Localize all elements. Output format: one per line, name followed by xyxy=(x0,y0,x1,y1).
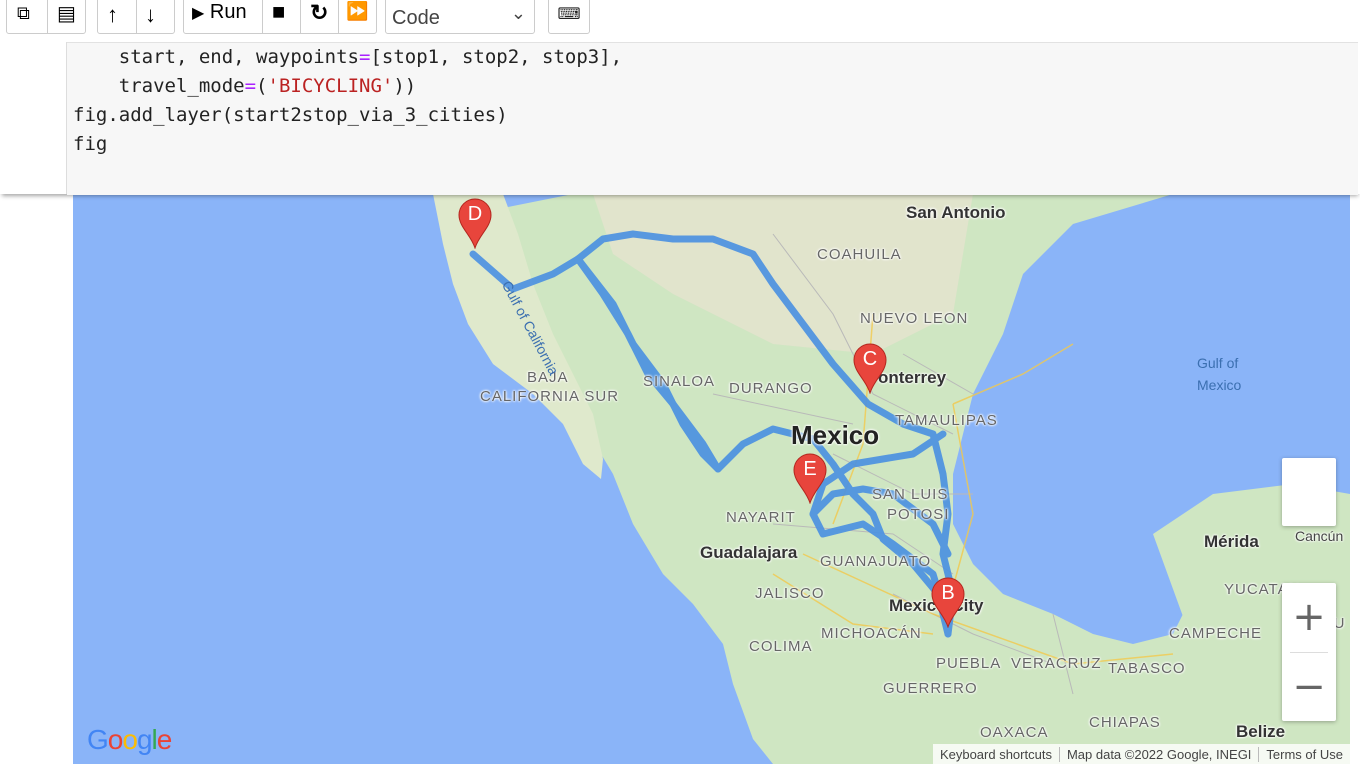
state-label-veracruz: VERACRUZ xyxy=(1011,655,1102,672)
state-label-san-luis: SAN LUIS xyxy=(872,486,949,503)
state-label-nuevo-leon: NUEVO LEON xyxy=(860,310,969,327)
code-cell: start, end, waypoints=[stop1, stop2, sto… xyxy=(0,42,1360,195)
marker-b[interactable]: B xyxy=(930,576,966,628)
zoom-in-button[interactable]: + xyxy=(1282,583,1336,651)
keyboard-shortcuts-button[interactable]: ⌨ xyxy=(548,0,590,34)
zoom-out-button[interactable]: − xyxy=(1282,653,1336,721)
notebook-toolbar: ⧉ ▤ ↑ ↓ ▶ Run ■ ↻ ⏩ Code ⌄ ⌨ xyxy=(0,0,1360,42)
state-label-oaxaca: OAXACA xyxy=(980,724,1049,741)
code-line-4: fig xyxy=(73,133,108,155)
marker-e[interactable]: E xyxy=(792,452,828,504)
country-label: Mexico xyxy=(791,420,880,450)
cell-type-value: Code xyxy=(392,7,440,29)
google-logo: Google xyxy=(87,724,172,755)
move-button-group: ↑ ↓ xyxy=(97,0,175,34)
city-label-guadalajara: Guadalajara xyxy=(700,543,798,562)
marker-d-label: D xyxy=(467,203,483,225)
city-label-belize: Belize xyxy=(1236,722,1286,741)
cell-type-select[interactable]: Code ⌄ xyxy=(385,0,535,34)
code-line-2: travel_mode=('BICYCLING')) xyxy=(73,75,417,97)
cell-prompt-gutter xyxy=(0,42,67,194)
state-label-colima: COLIMA xyxy=(749,638,813,655)
terms-of-use-link[interactable]: Terms of Use xyxy=(1258,746,1350,762)
marker-d[interactable]: D xyxy=(457,197,493,249)
clipboard-button-group: ⧉ ▤ xyxy=(6,0,86,34)
state-label-jalisco: JALISCO xyxy=(755,585,825,602)
state-label-potosi: POTOSI xyxy=(887,506,950,523)
marker-c-label: C xyxy=(862,348,878,370)
map-data-text: Map data ©2022 Google, INEGI xyxy=(1058,746,1258,762)
street-view-control[interactable] xyxy=(1282,458,1336,526)
map-canvas xyxy=(433,194,1350,764)
code-editor[interactable]: start, end, waypoints=[stop1, stop2, sto… xyxy=(67,42,1358,195)
city-label-merida: Mérida xyxy=(1204,532,1259,551)
fast-forward-icon[interactable]: ⏩ xyxy=(346,1,368,22)
state-label-coahuila: COAHUILA xyxy=(817,246,902,263)
state-label-california-sur: CALIFORNIA SUR xyxy=(480,388,620,405)
marker-e-label: E xyxy=(803,458,817,480)
state-label-campeche: CAMPECHE xyxy=(1169,625,1263,642)
code-line-1: start, end, waypoints=[stop1, stop2, sto… xyxy=(73,46,623,68)
keyboard-icon: ⌨ xyxy=(557,6,581,23)
state-label-nayarit: NAYARIT xyxy=(726,509,796,526)
state-label-chiapas: CHIAPAS xyxy=(1089,714,1161,731)
marker-c[interactable]: C xyxy=(852,342,888,394)
code-text: start, end, waypoints=[stop1, stop2, sto… xyxy=(73,43,622,159)
run-button-group: ▶ Run ■ ↻ ⏩ xyxy=(183,0,377,34)
state-label-durango: DURANGO xyxy=(729,380,813,397)
run-label: Run xyxy=(209,1,247,23)
stop-icon[interactable]: ■ xyxy=(272,0,285,25)
water-label-mexico: Mexico xyxy=(1197,377,1242,393)
city-label-monterrey: onterrey xyxy=(878,368,947,387)
keyboard-shortcuts-link[interactable]: Keyboard shortcuts xyxy=(933,747,1059,762)
run-button[interactable]: ▶ Run xyxy=(192,1,247,24)
paste-icon[interactable]: ▤ xyxy=(57,1,76,26)
city-label-san-antonio: San Antonio xyxy=(906,203,1006,222)
state-label-tamaulipas: TAMAULIPAS xyxy=(895,412,998,429)
water-label-gulf-of: Gulf of xyxy=(1197,355,1239,371)
map-attribution-bar: Keyboard shortcuts Map data ©2022 Google… xyxy=(932,744,1350,764)
state-label-michoacan: MICHOACÁN xyxy=(821,625,922,642)
copy-icon[interactable]: ⧉ xyxy=(17,3,30,24)
state-label-sinaloa: SINALOA xyxy=(643,373,716,390)
arrow-up-icon[interactable]: ↑ xyxy=(107,2,118,28)
restart-icon[interactable]: ↻ xyxy=(310,0,328,26)
play-icon: ▶ xyxy=(192,5,205,22)
state-label-guanajuato: GUANAJUATO xyxy=(820,553,932,570)
city-label-cancun: Cancún xyxy=(1295,528,1344,544)
state-label-puebla: PUEBLA xyxy=(936,655,1002,672)
state-label-tabasco: TABASCO xyxy=(1108,660,1186,677)
state-label-guerrero: GUERRERO xyxy=(883,680,978,697)
map-view[interactable]: San Antonio onterrey Guadalajara Mexico … xyxy=(73,194,1350,764)
chevron-down-icon: ⌄ xyxy=(510,3,526,23)
code-line-3: fig.add_layer(start2stop_via_3_cities) xyxy=(73,104,508,126)
marker-b-label: B xyxy=(941,582,955,604)
zoom-control: + − xyxy=(1282,583,1336,721)
arrow-down-icon[interactable]: ↓ xyxy=(145,2,156,28)
